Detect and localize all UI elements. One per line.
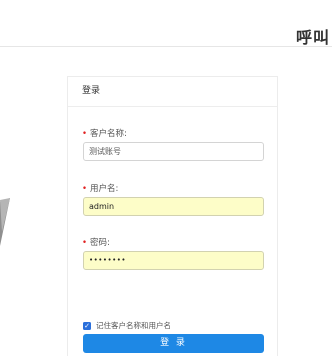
- decorative-graphic: [0, 198, 10, 246]
- required-mark: •: [82, 129, 88, 139]
- customer-name-label: • 客户名称:: [82, 127, 127, 139]
- app-title: 呼叫: [295, 28, 330, 47]
- top-header: 呼叫: [0, 0, 332, 47]
- customer-name-input[interactable]: 测试账号: [83, 142, 264, 161]
- customer-name-label-text: 客户名称:: [90, 129, 127, 139]
- required-mark: •: [82, 238, 88, 248]
- checkbox-checked-icon[interactable]: ✓: [83, 321, 91, 330]
- remember-me-label: 记住客户名称和用户名: [96, 321, 171, 330]
- login-card-title: 登录: [68, 77, 277, 107]
- password-input[interactable]: ••••••••: [83, 251, 264, 270]
- login-button[interactable]: 登 录: [83, 334, 264, 353]
- password-label-text: 密码:: [90, 238, 110, 248]
- remember-me[interactable]: ✓ 记住客户名称和用户名: [83, 320, 171, 331]
- login-card: 登录 • 客户名称: 测试账号 • 用户名: admin • 密码: ••••••••…: [67, 76, 278, 356]
- password-label: • 密码:: [82, 236, 110, 248]
- username-input[interactable]: admin: [83, 197, 264, 216]
- required-mark: •: [82, 184, 88, 194]
- username-label-text: 用户名:: [90, 184, 119, 194]
- username-label: • 用户名:: [82, 182, 118, 194]
